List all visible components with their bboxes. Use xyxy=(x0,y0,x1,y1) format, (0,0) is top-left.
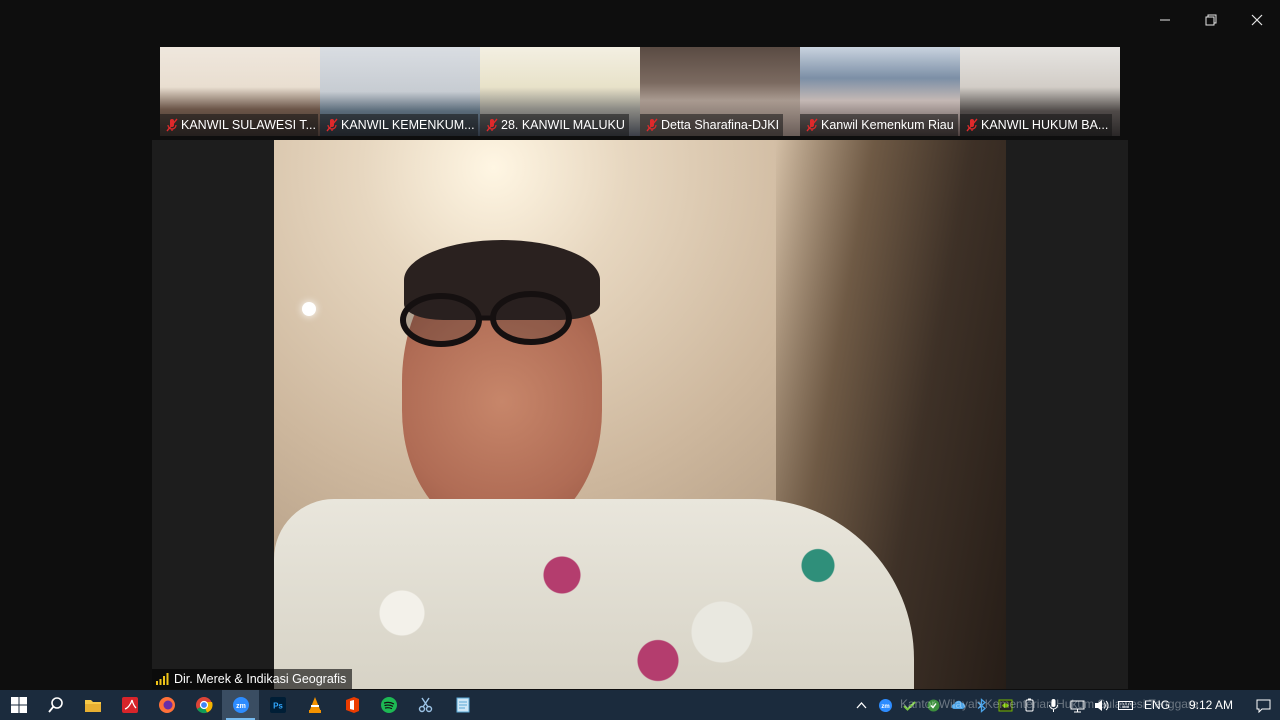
spotify-icon xyxy=(380,697,397,713)
pdf-reader-button[interactable] xyxy=(111,690,148,720)
office-icon xyxy=(345,697,359,713)
zoom-tray-icon: zm xyxy=(879,698,893,712)
vlc-button[interactable] xyxy=(296,690,333,720)
participant-name: KANWIL KEMENKUM... xyxy=(341,118,475,132)
participant-tile[interactable]: KANWIL KEMENKUM... xyxy=(320,47,480,136)
participant-label: KANWIL KEMENKUM... xyxy=(320,114,478,136)
firefox-icon xyxy=(158,697,175,713)
participant-tile[interactable]: KANWIL SULAWESI T... xyxy=(160,47,320,136)
office-button[interactable] xyxy=(333,690,370,720)
tray-app-button[interactable] xyxy=(994,690,1018,720)
tray-network-button[interactable] xyxy=(1066,690,1090,720)
participant-name: KANWIL HUKUM BA... xyxy=(981,118,1109,132)
show-hidden-icons-button[interactable] xyxy=(850,690,874,720)
tray-microphone-button[interactable] xyxy=(1042,690,1066,720)
chrome-button[interactable] xyxy=(185,690,222,720)
participant-label: Kanwil Kemenkum Riau xyxy=(800,114,958,136)
taskbar: zm Ps zm ENG 9:12 AM xyxy=(0,690,1280,720)
microphone-icon xyxy=(1049,698,1059,712)
mic-muted-icon xyxy=(166,118,178,132)
svg-text:Ps: Ps xyxy=(273,702,283,711)
bluetooth-icon xyxy=(978,697,987,713)
restore-button[interactable] xyxy=(1188,0,1234,40)
tray-cloud-button[interactable] xyxy=(946,690,970,720)
chevron-up-icon xyxy=(857,701,867,708)
volume-icon xyxy=(1095,699,1109,711)
mic-muted-icon xyxy=(646,118,658,132)
participant-label: KANWIL SULAWESI T... xyxy=(160,114,318,136)
notifications-button[interactable] xyxy=(1246,690,1280,720)
folder-icon xyxy=(84,700,101,712)
nvidia-icon xyxy=(998,699,1013,711)
vlc-icon xyxy=(308,697,321,713)
clock[interactable]: 9:12 AM xyxy=(1176,698,1246,712)
tray-keyboard-button[interactable] xyxy=(1114,690,1138,720)
zoom-icon: zm xyxy=(232,697,249,713)
participant-label: Detta Sharafina-DJKI xyxy=(640,114,784,136)
battery-icon xyxy=(1025,698,1034,711)
pdf-reader-icon xyxy=(121,697,138,713)
photoshop-icon: Ps xyxy=(269,697,286,713)
participant-name: 28. KANWIL MALUKU xyxy=(501,118,625,132)
tray-volume-button[interactable] xyxy=(1090,690,1114,720)
participant-strip: KANWIL SULAWESI T... KANWIL KEMENKUM... … xyxy=(160,47,1120,136)
search-icon xyxy=(47,697,63,713)
mic-muted-icon xyxy=(486,118,498,132)
photoshop-button[interactable]: Ps xyxy=(259,690,296,720)
signal-strength-icon xyxy=(156,673,169,685)
close-button[interactable] xyxy=(1234,0,1280,40)
system-tray: zm ENG 9:12 AM xyxy=(850,690,1280,720)
snipping-tool-icon xyxy=(418,697,432,713)
participant-tile[interactable]: Detta Sharafina-DJKI xyxy=(640,47,800,136)
mic-muted-icon xyxy=(326,118,338,132)
restore-icon xyxy=(1205,14,1217,26)
language-indicator[interactable]: ENG xyxy=(1138,698,1176,712)
participant-tile[interactable]: KANWIL HUKUM BA... xyxy=(960,47,1120,136)
participant-label: 28. KANWIL MALUKU xyxy=(480,114,629,136)
firefox-button[interactable] xyxy=(148,690,185,720)
svg-text:zm: zm xyxy=(236,703,246,710)
tray-bluetooth-button[interactable] xyxy=(970,690,994,720)
close-icon xyxy=(1251,14,1263,26)
spotify-button[interactable] xyxy=(370,690,407,720)
mic-muted-icon xyxy=(966,118,978,132)
snipping-tool-button[interactable] xyxy=(407,690,444,720)
main-video-area xyxy=(152,140,1128,689)
keyboard-icon xyxy=(1118,700,1134,710)
tray-sync-button[interactable] xyxy=(898,690,922,720)
speaker-shirt xyxy=(274,499,914,689)
window-controls xyxy=(1142,0,1280,40)
zoom-button[interactable]: zm xyxy=(222,690,259,720)
ceiling-light xyxy=(302,302,316,316)
tray-power-button[interactable] xyxy=(1018,690,1042,720)
speaker-name-tag: Dir. Merek & Indikasi Geografis xyxy=(152,669,353,689)
update-icon xyxy=(927,699,940,711)
file-explorer-button[interactable] xyxy=(74,690,111,720)
speaker-name: Dir. Merek & Indikasi Geografis xyxy=(174,672,347,686)
minimize-button[interactable] xyxy=(1142,0,1188,40)
svg-text:zm: zm xyxy=(882,704,890,710)
search-button[interactable] xyxy=(37,690,74,720)
windows-start-icon xyxy=(10,697,27,713)
tray-update-button[interactable] xyxy=(922,690,946,720)
participant-label: KANWIL HUKUM BA... xyxy=(960,114,1113,136)
participant-tile[interactable]: Kanwil Kemenkum Riau xyxy=(800,47,960,136)
notification-icon xyxy=(1256,699,1270,713)
tray-zoom-button[interactable]: zm xyxy=(874,690,898,720)
participant-name: KANWIL SULAWESI T... xyxy=(181,118,316,132)
participant-name: Kanwil Kemenkum Riau xyxy=(821,118,954,132)
checkmark-icon xyxy=(903,700,917,711)
participant-tile[interactable]: 28. KANWIL MALUKU xyxy=(480,47,640,136)
mic-muted-icon xyxy=(806,118,818,132)
notepad-button[interactable] xyxy=(444,690,481,720)
glasses-icon xyxy=(400,291,572,347)
participant-name: Detta Sharafina-DJKI xyxy=(661,118,780,132)
cloud-icon xyxy=(952,700,966,709)
chrome-icon xyxy=(195,697,213,714)
start-button[interactable] xyxy=(0,690,37,720)
notepad-icon xyxy=(456,697,469,713)
speaker-video[interactable] xyxy=(274,140,1006,689)
network-icon xyxy=(1070,700,1085,712)
minimize-icon xyxy=(1160,19,1170,21)
